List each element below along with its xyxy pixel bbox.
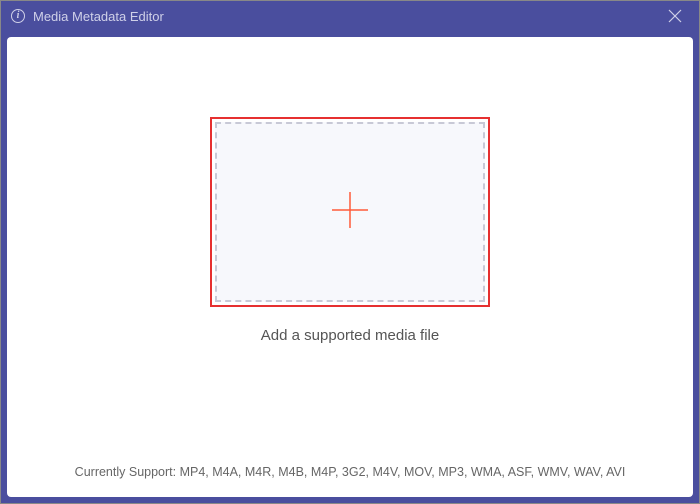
titlebar-left: i Media Metadata Editor [11,9,661,24]
info-icon: i [11,9,25,23]
instruction-text: Add a supported media file [261,327,439,344]
drop-zone[interactable] [215,122,485,302]
content-area: Add a supported media file Currently Sup… [7,37,693,497]
drop-highlight [210,117,490,307]
window: i Media Metadata Editor Add a supported … [0,0,700,504]
window-title: Media Metadata Editor [33,9,164,24]
plus-icon [328,188,372,237]
titlebar: i Media Metadata Editor [1,1,699,31]
close-icon [668,9,682,23]
close-button[interactable] [661,2,689,30]
support-text: Currently Support: MP4, M4A, M4R, M4B, M… [7,465,693,479]
